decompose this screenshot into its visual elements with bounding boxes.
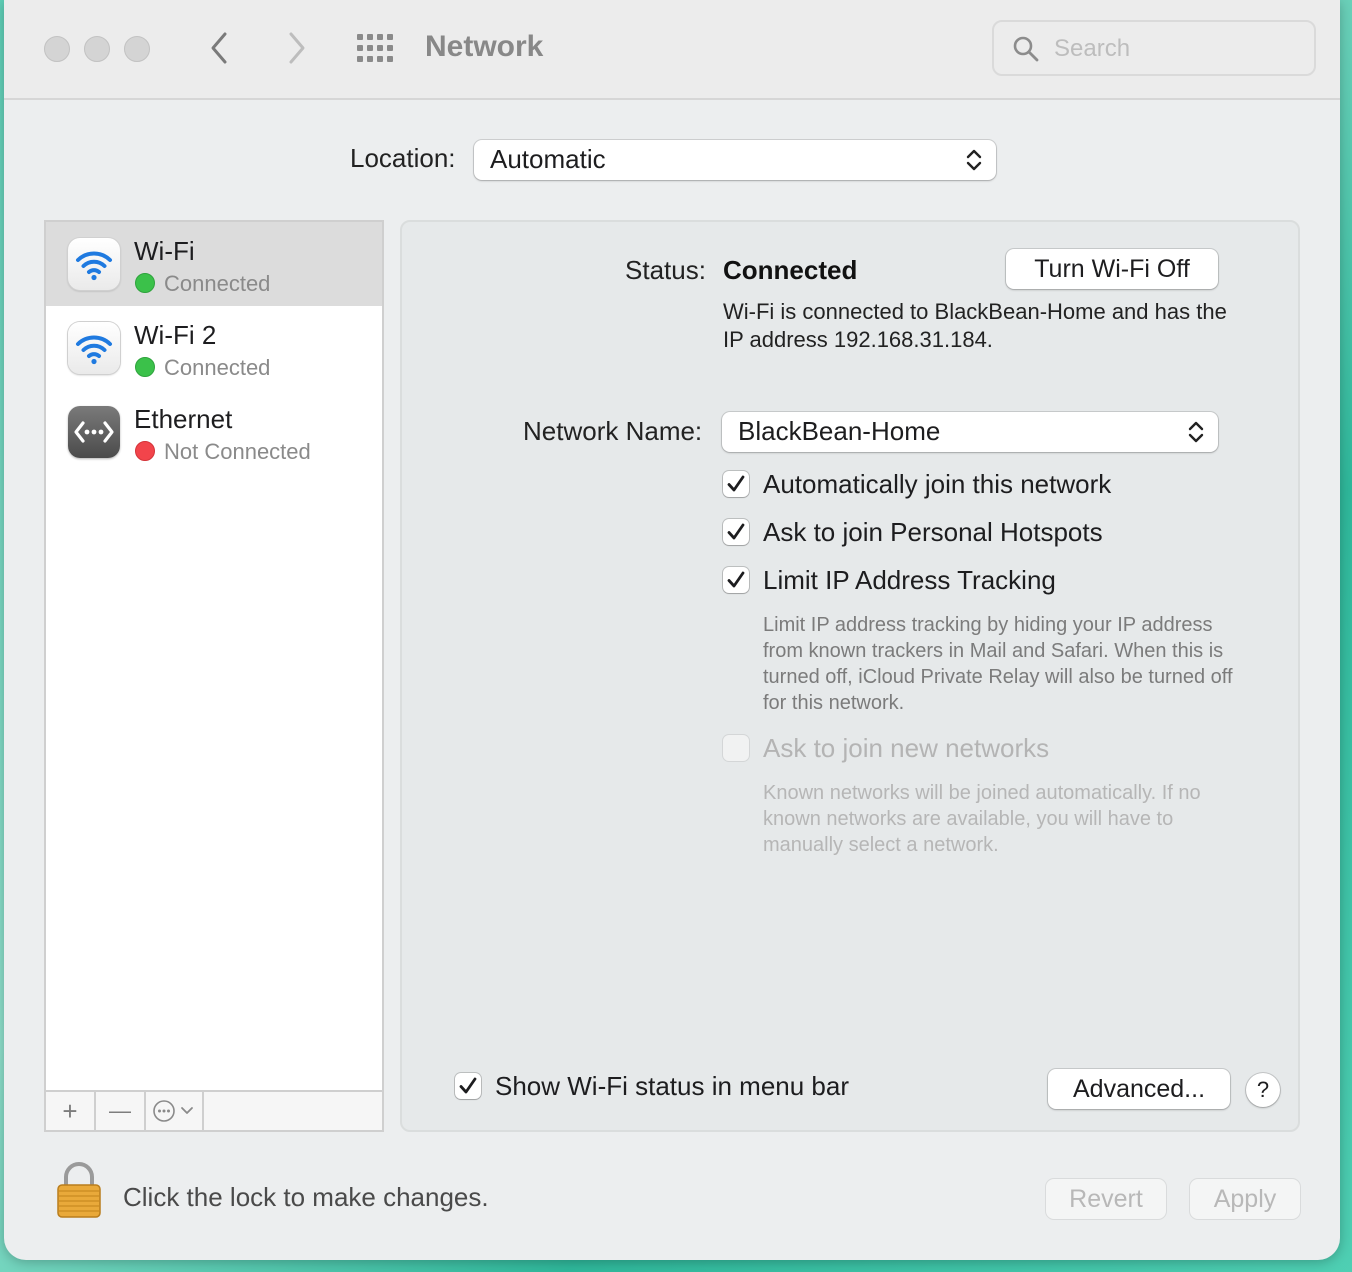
personal-hotspots-checkbox[interactable] — [723, 519, 749, 545]
show-wifi-status-checkbox[interactable] — [455, 1073, 481, 1099]
status-dot-red — [135, 441, 155, 461]
lock-icon[interactable] — [54, 1160, 104, 1220]
apply-button[interactable]: Apply — [1190, 1179, 1300, 1219]
status-description: Wi-Fi is connected to BlackBean-Home and… — [723, 299, 1227, 352]
window-title: Network — [425, 30, 544, 63]
wifi-icon — [68, 238, 120, 290]
up-down-chevron-icon — [1188, 421, 1204, 443]
checkmark-icon — [727, 475, 745, 492]
action-menu-button[interactable] — [146, 1092, 204, 1130]
wifi-icon — [68, 322, 120, 374]
up-down-chevron-icon — [966, 149, 982, 171]
service-list-toolbar: + — — [46, 1090, 382, 1130]
ethernet-icon — [68, 406, 120, 458]
join-new-networks-checkbox — [723, 735, 749, 761]
join-new-networks-help: Known networks will be joined automatica… — [763, 782, 1201, 856]
service-status: Connected — [164, 355, 271, 380]
service-status: Not Connected — [164, 439, 311, 464]
service-name: Wi-Fi — [134, 236, 195, 266]
auto-join-checkbox[interactable] — [723, 471, 749, 497]
status-dot-green — [135, 357, 155, 377]
service-name: Ethernet — [134, 404, 233, 434]
service-item-wifi[interactable]: Wi-Fi Connected — [46, 222, 382, 306]
service-item-wifi-2[interactable]: Wi-Fi 2 Connected — [46, 306, 382, 390]
help-button[interactable]: ? — [1246, 1073, 1280, 1107]
zoom-window-button[interactable] — [124, 36, 150, 62]
status-dot-green — [135, 273, 155, 293]
back-button[interactable] — [200, 28, 240, 68]
show-all-button[interactable] — [354, 28, 398, 68]
ellipsis-circle-icon — [153, 1100, 193, 1122]
lock-message: Click the lock to make changes. — [123, 1182, 489, 1212]
location-popup[interactable]: Automatic — [474, 140, 996, 180]
join-new-networks-label: Ask to join new networks — [763, 733, 1050, 763]
checkmark-icon — [459, 1077, 477, 1094]
location-value: Automatic — [490, 144, 606, 174]
advanced-button[interactable]: Advanced... — [1048, 1069, 1230, 1109]
personal-hotspots-label: Ask to join Personal Hotspots — [763, 517, 1103, 547]
remove-service-button[interactable]: — — [96, 1092, 146, 1130]
close-window-button[interactable] — [44, 36, 70, 62]
search-icon — [1013, 36, 1039, 62]
forward-button[interactable] — [276, 28, 316, 68]
auto-join-label: Automatically join this network — [763, 469, 1112, 499]
service-item-ethernet[interactable]: Ethernet Not Connected — [46, 390, 382, 474]
title-bar: Network — [4, 0, 1340, 100]
grid-icon — [357, 34, 393, 62]
search-field[interactable] — [992, 20, 1316, 76]
turn-wifi-off-button[interactable]: Turn Wi-Fi Off — [1006, 249, 1218, 289]
limit-ip-tracking-help: Limit IP address tracking by hiding your… — [763, 614, 1233, 714]
minimize-window-button[interactable] — [84, 36, 110, 62]
location-label: Location: — [350, 143, 456, 173]
chevron-left-icon — [211, 32, 227, 64]
revert-button[interactable]: Revert — [1046, 1179, 1166, 1219]
network-name-popup[interactable]: BlackBean-Home — [722, 412, 1218, 452]
network-preferences-window: Network Location: Automatic — [4, 0, 1340, 1260]
status-value: Connected — [723, 255, 858, 285]
checkmark-icon — [727, 571, 745, 588]
chevron-right-icon — [289, 32, 305, 64]
service-status: Connected — [164, 271, 271, 296]
service-name: Wi-Fi 2 — [134, 320, 217, 350]
limit-ip-tracking-label: Limit IP Address Tracking — [763, 565, 1056, 595]
search-input[interactable] — [1054, 32, 1304, 66]
network-name-value: BlackBean-Home — [738, 416, 941, 446]
limit-ip-tracking-checkbox[interactable] — [723, 567, 749, 593]
checkmark-icon — [727, 523, 745, 540]
service-list: Wi-Fi Connected Wi-Fi 2 Connected Ethern… — [44, 220, 384, 1132]
status-label: Status: — [625, 255, 706, 285]
show-wifi-status-label: Show Wi-Fi status in menu bar — [495, 1071, 850, 1101]
network-name-label: Network Name: — [523, 416, 703, 446]
add-service-button[interactable]: + — [46, 1092, 96, 1130]
